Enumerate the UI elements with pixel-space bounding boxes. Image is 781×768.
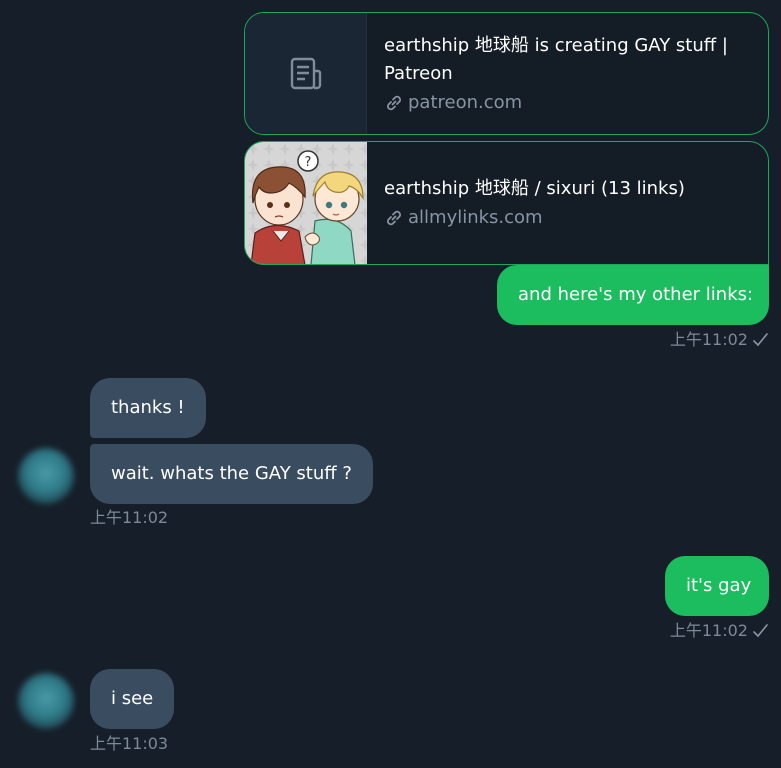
svg-text:?: ? [305,155,312,170]
message-timestamp: 上午11:03 [90,734,169,753]
checkmark-icon [753,624,768,638]
incoming-message-bubble[interactable]: thanks ! [90,378,206,438]
message-meta: 上午11:02 [670,621,769,641]
incoming-message-bubble[interactable]: i see [90,669,175,729]
message-meta: 上午11:02 [90,508,168,528]
link-preview-title-line1: earthship 地球船 is creating GAY stuff | [384,34,728,56]
avatar[interactable] [18,673,74,729]
illustration-thumbnail: ? [245,142,367,264]
message-timestamp: 上午11:02 [669,330,748,349]
message-timestamp: 上午11:02 [669,621,748,640]
checkmark-icon [753,333,768,347]
message-meta: 上午11:02 [670,330,769,350]
outgoing-message-bubble[interactable]: and here's my other links: [497,265,769,325]
link-icon [387,210,401,226]
link-preview-domain-text: patreon.com [408,91,523,113]
link-preview-domain: allmylinks.com [384,205,754,231]
link-preview-title: earthship 地球船 is creating GAY stuff | Pa… [384,32,754,88]
message-text: wait. whats the GAY stuff ? [111,463,352,484]
message-text: thanks ! [111,397,185,418]
message-text: and here's my other links: [518,284,754,305]
link-preview-allmylinks[interactable]: ? earthship 地球船 / sixuri (13 links) allm… [244,141,769,265]
outgoing-message-bubble[interactable]: it's gay [665,556,769,616]
link-preview-body: earthship 地球船 is creating GAY stuff | Pa… [367,13,768,134]
link-preview-patreon[interactable]: earthship 地球船 is creating GAY stuff | Pa… [244,12,769,135]
message-text: i see [111,688,154,709]
link-preview-title: earthship 地球船 / sixuri (13 links) [384,178,685,199]
avatar[interactable] [18,448,74,504]
link-preview-body: earthship 地球船 / sixuri (13 links) allmyl… [367,142,768,264]
link-preview-domain-text: allmylinks.com [408,207,543,228]
message-text: it's gay [686,575,752,596]
document-icon [245,13,367,134]
link-icon [387,95,401,110]
link-preview-domain: patreon.com [384,90,754,116]
incoming-message-bubble[interactable]: wait. whats the GAY stuff ? [90,444,373,504]
link-preview-title-line2: Patreon [384,62,453,84]
message-timestamp: 上午11:02 [90,508,169,527]
message-meta: 上午11:03 [90,734,168,754]
